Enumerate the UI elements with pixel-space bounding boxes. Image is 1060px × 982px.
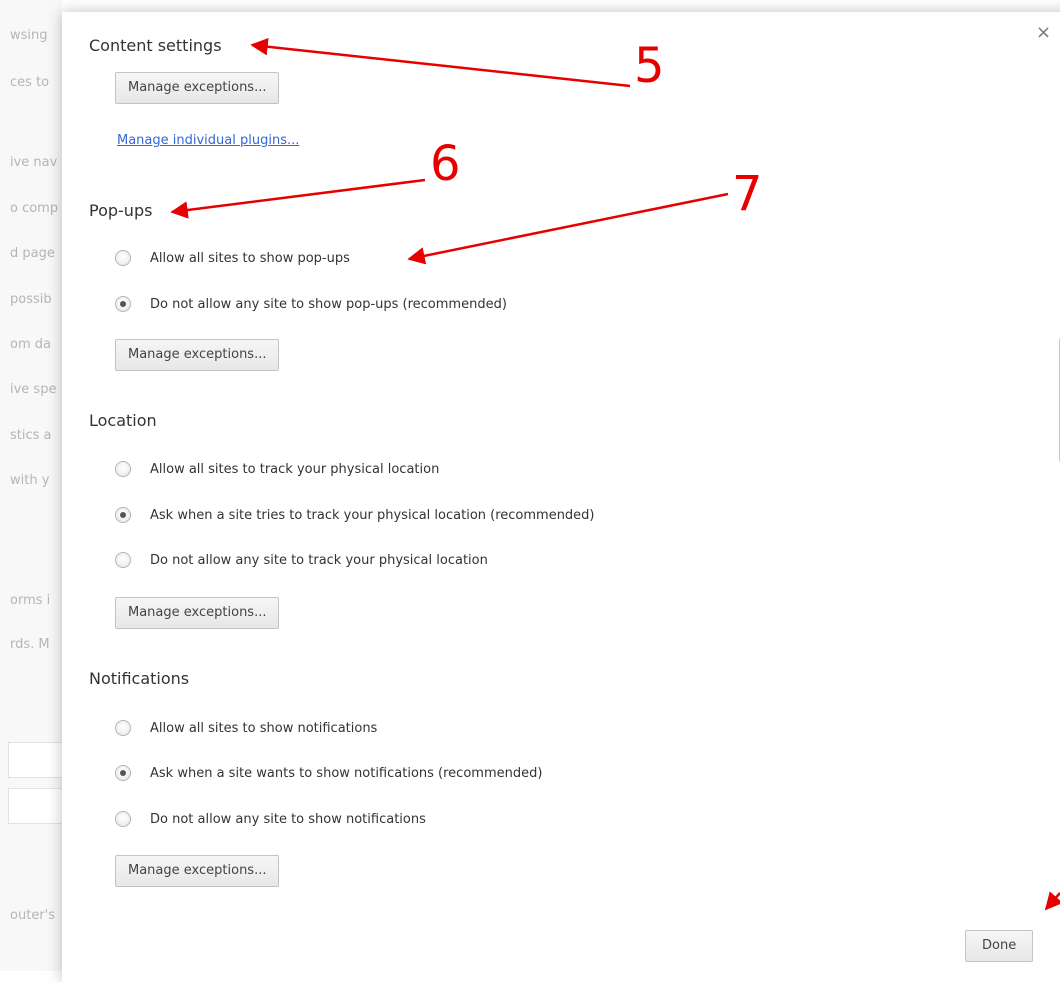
background-text: possib xyxy=(10,292,52,307)
popups-allow-radio[interactable]: Allow all sites to show pop-ups xyxy=(115,247,350,269)
radio-button-selected[interactable] xyxy=(115,296,131,312)
done-button[interactable]: Done xyxy=(965,930,1034,962)
background-text: om da xyxy=(10,337,51,352)
radio-label: Allow all sites to show notifications xyxy=(150,720,378,736)
radio-label: Do not allow any site to show pop-ups (r… xyxy=(150,296,507,312)
radio-button[interactable] xyxy=(115,461,131,477)
notifications-manage-exceptions-button[interactable]: Manage exceptions... xyxy=(115,855,280,887)
radio-label: Ask when a site wants to show notificati… xyxy=(150,765,543,781)
location-allow-radio[interactable]: Allow all sites to track your physical l… xyxy=(115,458,439,480)
background-input-box xyxy=(8,742,62,778)
notifications-allow-radio[interactable]: Allow all sites to show notifications xyxy=(115,717,377,739)
annotation-label-6: 6 xyxy=(430,136,461,192)
background-text: orms i xyxy=(10,593,51,608)
radio-button[interactable] xyxy=(115,552,131,568)
background-text: rds. M xyxy=(10,637,50,652)
location-block-radio[interactable]: Do not allow any site to track your phys… xyxy=(115,549,488,571)
close-icon[interactable]: × xyxy=(1036,22,1051,43)
radio-label: Ask when a site tries to track your phys… xyxy=(150,507,595,523)
background-settings-page: wsing ces to ive nav o comp d page possi… xyxy=(0,0,62,971)
background-text: d page xyxy=(10,246,55,261)
background-text: ive spe xyxy=(10,382,57,397)
radio-label: Allow all sites to show pop-ups xyxy=(150,250,350,266)
location-manage-exceptions-button[interactable]: Manage exceptions... xyxy=(115,597,280,629)
background-text: with y xyxy=(10,473,50,488)
manage-individual-plugins-link[interactable]: Manage individual plugins... xyxy=(117,133,299,148)
background-text: wsing xyxy=(10,28,48,43)
background-text: o comp xyxy=(10,201,59,216)
notifications-ask-radio[interactable]: Ask when a site wants to show notificati… xyxy=(115,762,542,784)
background-input-box xyxy=(8,788,62,824)
plugins-manage-exceptions-button[interactable]: Manage exceptions... xyxy=(115,72,280,104)
radio-button[interactable] xyxy=(115,250,131,266)
popups-manage-exceptions-button[interactable]: Manage exceptions... xyxy=(115,339,280,371)
notifications-block-radio[interactable]: Do not allow any site to show notificati… xyxy=(115,808,426,830)
popups-heading: Pop-ups xyxy=(89,201,153,220)
background-text: stics a xyxy=(10,428,52,443)
location-ask-radio[interactable]: Ask when a site tries to track your phys… xyxy=(115,504,595,526)
radio-button[interactable] xyxy=(115,720,131,736)
annotation-label-7: 7 xyxy=(732,166,763,222)
radio-button-selected[interactable] xyxy=(115,507,131,523)
notifications-heading: Notifications xyxy=(89,669,190,688)
content-settings-dialog: Content settings × Manage exceptions... … xyxy=(62,12,1060,982)
background-text: outer's xyxy=(10,908,55,923)
dialog-title: Content settings xyxy=(89,36,222,55)
background-text: ive nav xyxy=(10,155,58,170)
popups-block-radio[interactable]: Do not allow any site to show pop-ups (r… xyxy=(115,293,507,315)
radio-button-selected[interactable] xyxy=(115,765,131,781)
background-text: ces to xyxy=(10,75,50,90)
radio-button[interactable] xyxy=(115,811,131,827)
radio-label: Allow all sites to track your physical l… xyxy=(150,461,440,477)
location-heading: Location xyxy=(89,411,157,430)
annotation-label-5: 5 xyxy=(634,38,665,94)
radio-label: Do not allow any site to track your phys… xyxy=(150,552,488,568)
radio-label: Do not allow any site to show notificati… xyxy=(150,811,426,827)
